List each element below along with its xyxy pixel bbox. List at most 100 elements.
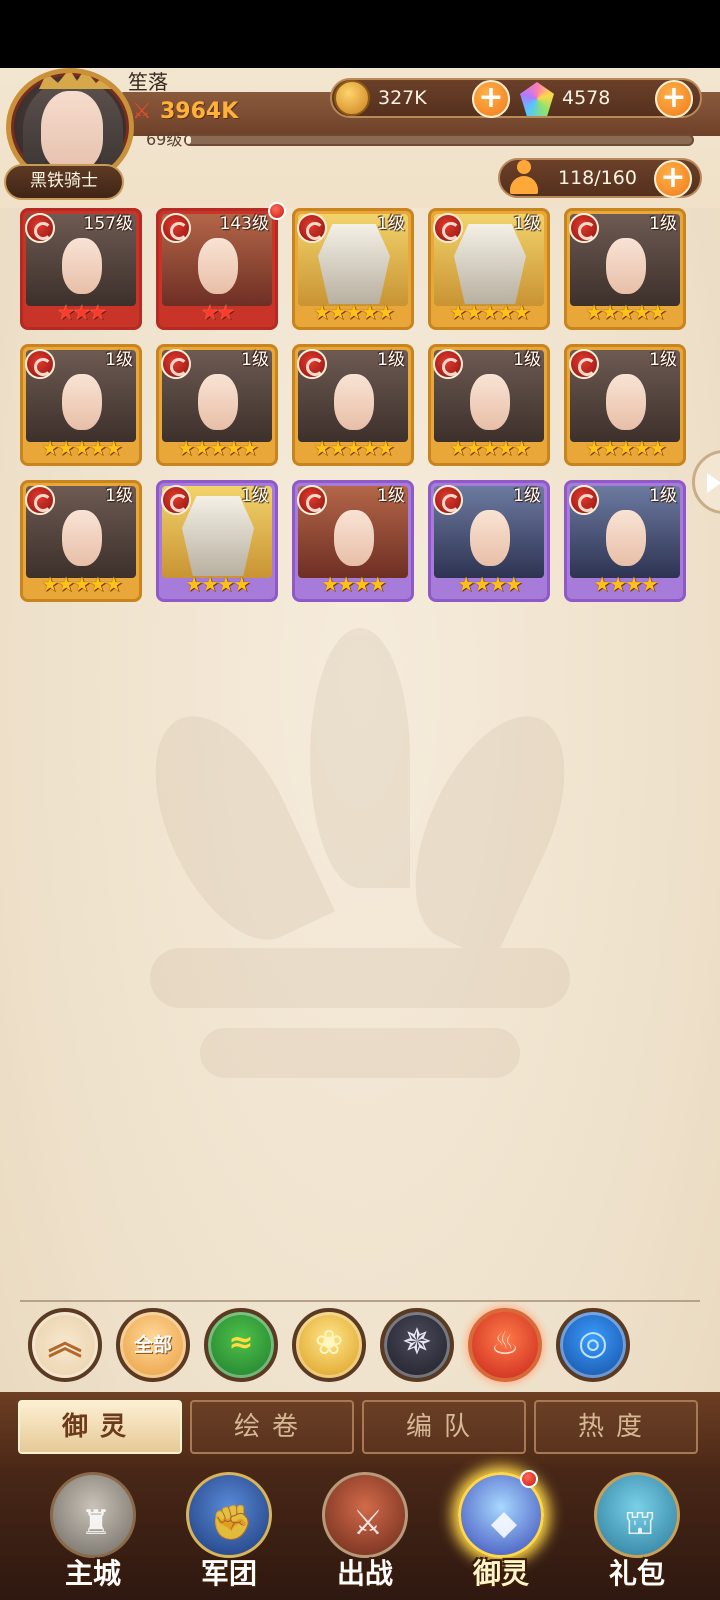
hero-level: 1级 (649, 350, 677, 370)
bottom-nav: ♜ 主城 ✊ 军团 ⚔ 出战 ◆ 御灵 ⛫ 礼包 (0, 1464, 720, 1600)
element-filter-row: ︽ 全部 ≈ ❀ ✵ ♨ ◎ (28, 1308, 648, 1384)
portrait-figure (334, 374, 374, 430)
portrait-figure (198, 374, 238, 430)
nav-item-1[interactable]: ✊ 军团 (164, 1464, 294, 1600)
collapse-filter-button[interactable]: ︽ (28, 1308, 102, 1382)
hero-card[interactable]: 1级 ★★★★★ (428, 208, 550, 330)
fire-element-icon (433, 485, 463, 515)
nav-label: 军团 (200, 1557, 257, 1590)
filter-wind-button[interactable]: ≈ (204, 1308, 278, 1382)
hero-card[interactable]: 1级 ★★★★★ (564, 208, 686, 330)
add-gems-button[interactable]: + (655, 80, 693, 118)
expand-roster-button[interactable]: + (654, 160, 692, 198)
hero-card[interactable]: 1级 ★★★★★ (428, 344, 550, 466)
star-rating: ★★ (201, 300, 235, 324)
player-header: 黑铁骑士 笙落 ⚔ 3964K 327K + 4578 + 69级 118/16… (0, 68, 720, 208)
fire-element-icon (297, 485, 327, 515)
star-rating: ★★★★★ (449, 300, 531, 324)
fire-element-icon (297, 349, 327, 379)
filter-water-button[interactable]: ◎ (556, 1308, 630, 1382)
hero-card[interactable]: 1级 ★★★★★ (20, 344, 142, 466)
sub-tab-1[interactable]: 绘卷 (190, 1400, 354, 1454)
add-coins-button[interactable]: + (472, 80, 510, 118)
hero-card[interactable]: 1级 ★★★★ (428, 480, 550, 602)
nav-label: 礼包 (608, 1557, 665, 1590)
fire-element-icon (569, 349, 599, 379)
sub-tab-2[interactable]: 编队 (362, 1400, 526, 1454)
star-rating: ★★★★★ (313, 300, 395, 324)
filter-dark-button[interactable]: ✵ (380, 1308, 454, 1382)
hero-level: 1级 (513, 350, 541, 370)
hero-level: 1级 (105, 486, 133, 506)
portrait-figure (606, 238, 646, 294)
fire-element-icon (297, 213, 327, 243)
hero-card[interactable]: 1级 ★★★★ (292, 480, 414, 602)
hero-level: 1级 (513, 214, 541, 234)
side-expand-tab[interactable] (692, 450, 720, 514)
background-emblem (110, 588, 610, 1148)
portrait-figure (454, 224, 526, 304)
avatar-face (41, 91, 103, 171)
portrait-figure (62, 238, 102, 294)
nav-icon: ♜ (50, 1472, 136, 1558)
hero-card[interactable]: 1级 ★★★★★ (292, 208, 414, 330)
nav-label: 出战 (336, 1557, 393, 1590)
nav-icon: ⛫ (594, 1472, 680, 1558)
notification-dot (268, 202, 286, 220)
hero-level: 1级 (513, 486, 541, 506)
hero-level: 1级 (105, 350, 133, 370)
hero-card[interactable]: 1级 ★★★★★ (292, 344, 414, 466)
hero-card[interactable]: 1级 ★★★★★ (20, 480, 142, 602)
hero-level: 1级 (377, 350, 405, 370)
nav-icon: ⚔ (322, 1472, 408, 1558)
fire-element-icon (161, 485, 191, 515)
star-rating: ★★★★★ (41, 572, 123, 596)
sub-tab-0[interactable]: 御灵 (18, 1400, 182, 1454)
star-rating: ★★★★ (321, 572, 387, 596)
status-bar (0, 0, 720, 68)
fire-element-icon (433, 349, 463, 379)
fire-element-icon (25, 349, 55, 379)
star-rating: ★★★★★ (585, 436, 667, 460)
nav-icon: ✊ (186, 1472, 272, 1558)
player-level: 69级 (146, 130, 183, 149)
nav-item-3[interactable]: ◆ 御灵 (436, 1464, 566, 1600)
hero-level: 143级 (219, 214, 269, 234)
nav-label: 御灵 (472, 1557, 529, 1590)
nav-item-0[interactable]: ♜ 主城 (28, 1464, 158, 1600)
star-rating: ★★★★★ (177, 436, 259, 460)
hero-card[interactable]: 1级 ★★★★ (564, 480, 686, 602)
hero-card[interactable]: 157级 ★★★ (20, 208, 142, 330)
hero-level: 157级 (83, 214, 133, 234)
player-name: 笙落 (128, 70, 168, 94)
fire-element-icon (161, 349, 191, 379)
roster-count: 118/160 (558, 167, 637, 189)
coin-icon (334, 80, 370, 116)
fire-element-icon (569, 485, 599, 515)
hero-level: 1级 (649, 486, 677, 506)
fire-element-icon (569, 213, 599, 243)
crossed-swords-icon: ⚔ (132, 99, 152, 124)
hero-card[interactable]: 143级 ★★ (156, 208, 278, 330)
combat-power: 3964K (160, 99, 239, 124)
portrait-figure (470, 510, 510, 566)
portrait-figure (606, 510, 646, 566)
hero-card[interactable]: 1级 ★★★★★ (564, 344, 686, 466)
star-rating: ★★★ (57, 300, 107, 324)
filter-fire-button[interactable]: ♨ (468, 1308, 542, 1382)
nav-item-4[interactable]: ⛫ 礼包 (572, 1464, 702, 1600)
hero-roster-screen: 黑铁骑士 笙落 ⚔ 3964K 327K + 4578 + 69级 118/16… (0, 68, 720, 1600)
star-rating: ★★★★★ (41, 436, 123, 460)
fire-element-icon (25, 213, 55, 243)
sub-tab-3[interactable]: 热度 (534, 1400, 698, 1454)
sub-tab-bar: 御灵 绘卷 编队 热度 (0, 1392, 720, 1464)
gem-amount: 4578 (562, 87, 611, 109)
filter-all-button[interactable]: 全部 (116, 1308, 190, 1382)
portrait-figure (334, 510, 374, 566)
portrait-figure (606, 374, 646, 430)
fire-element-icon (161, 213, 191, 243)
hero-card[interactable]: 1级 ★★★★★ (156, 344, 278, 466)
hero-card[interactable]: 1级 ★★★★ (156, 480, 278, 602)
nav-item-2[interactable]: ⚔ 出战 (300, 1464, 430, 1600)
filter-light-button[interactable]: ❀ (292, 1308, 366, 1382)
